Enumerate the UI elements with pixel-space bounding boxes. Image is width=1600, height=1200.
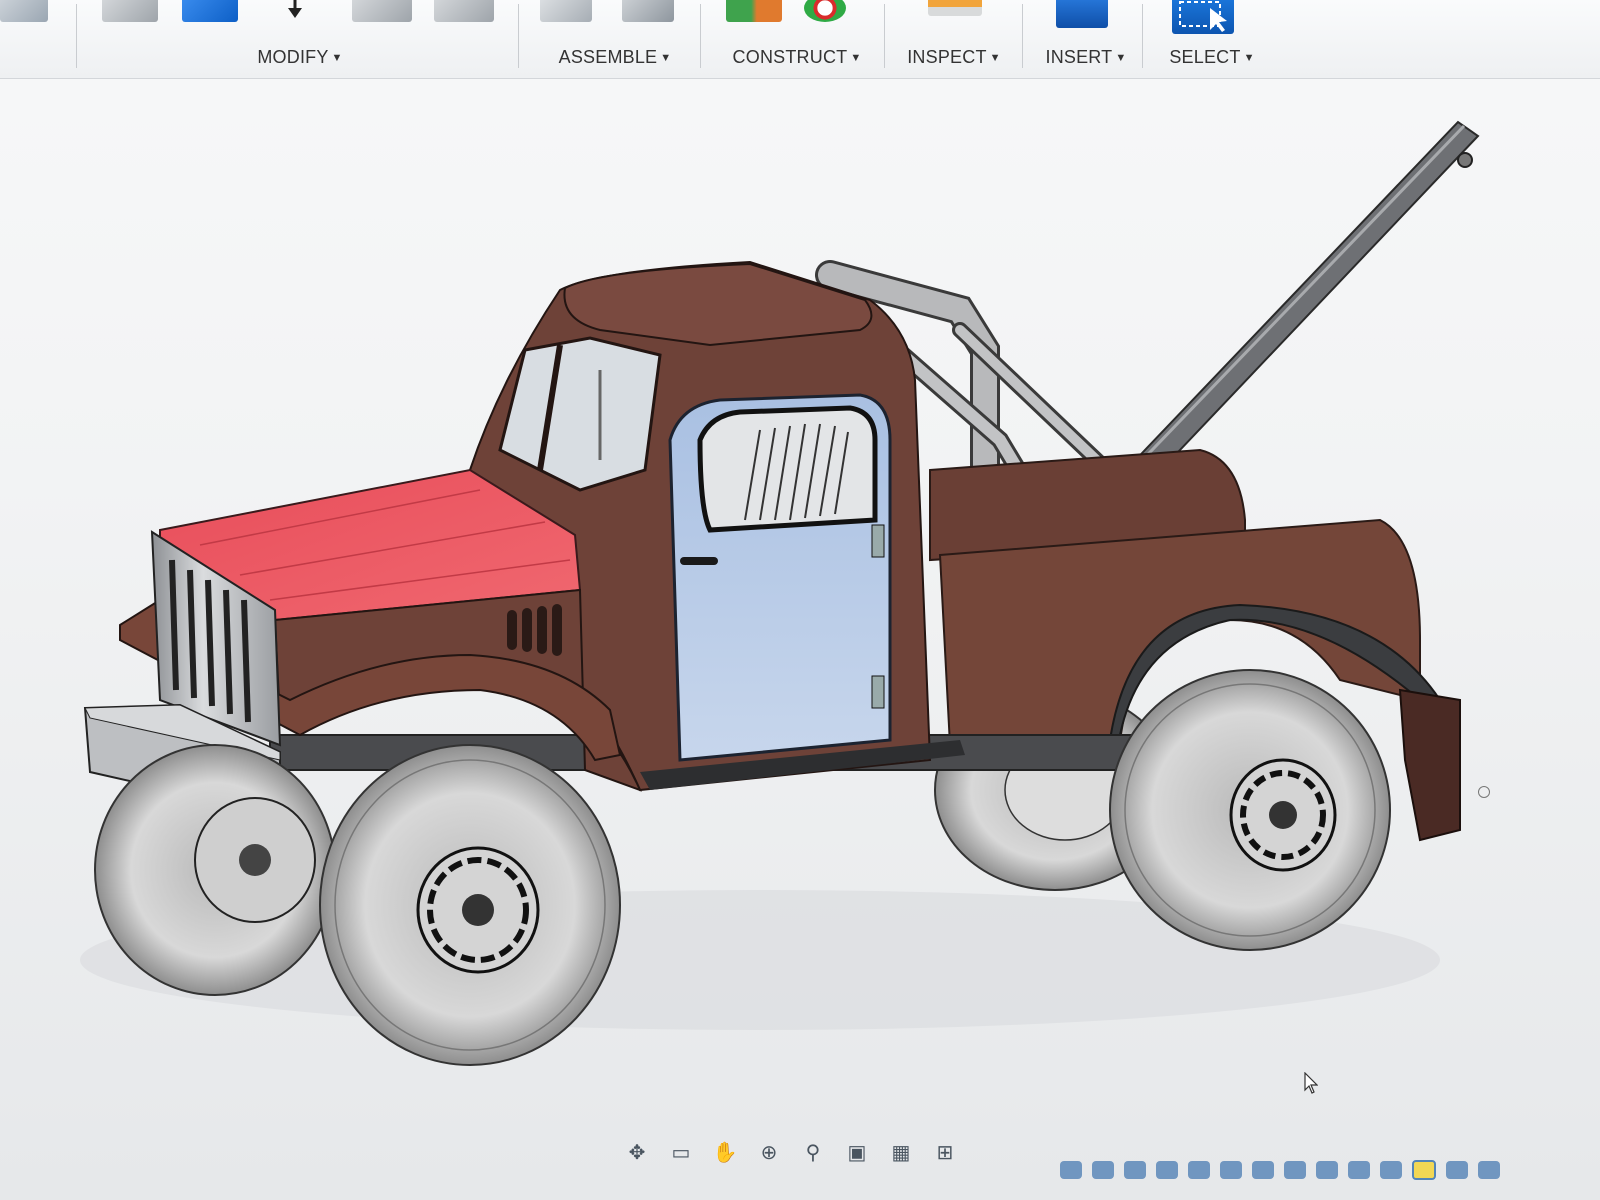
timeline-feature[interactable] xyxy=(1124,1161,1146,1179)
toolbar-group-label[interactable]: ASSEMBLE ▼ xyxy=(530,47,700,68)
navigation-bar: ✥ ▭ ✋ ⊕ ⚲ ▣ ▦ ⊞ xyxy=(620,1132,962,1172)
timeline-feature[interactable] xyxy=(1446,1161,1468,1179)
timeline-feature[interactable] xyxy=(1316,1161,1338,1179)
axis-point-icon[interactable] xyxy=(804,0,846,22)
toolbar-group-assemble[interactable]: ASSEMBLE ▼ xyxy=(530,0,700,78)
grid-icon[interactable]: ▦ xyxy=(884,1137,918,1167)
zoom-icon[interactable]: ⊕ xyxy=(752,1137,786,1167)
viewports-icon[interactable]: ⊞ xyxy=(928,1137,962,1167)
toolbar-group-construct[interactable]: CONSTRUCT ▼ xyxy=(712,0,882,78)
timeline-feature-selected[interactable] xyxy=(1412,1160,1436,1180)
timeline-feature[interactable] xyxy=(1380,1161,1402,1179)
timeline-feature[interactable] xyxy=(1284,1161,1306,1179)
look-at-icon[interactable]: ▭ xyxy=(664,1137,698,1167)
chevron-down-icon: ▼ xyxy=(660,52,672,64)
display-settings-icon[interactable]: ▣ xyxy=(840,1137,874,1167)
viewport-canvas[interactable] xyxy=(0,79,1600,1200)
toolbar-group-label[interactable]: CONSTRUCT ▼ xyxy=(712,47,882,68)
door-handle-icon[interactable] xyxy=(680,557,718,565)
scale-icon[interactable] xyxy=(434,0,494,22)
timeline-feature[interactable] xyxy=(1252,1161,1274,1179)
timeline-feature[interactable] xyxy=(1478,1161,1500,1179)
design-timeline[interactable] xyxy=(1060,1150,1500,1190)
shell-icon[interactable] xyxy=(352,0,412,22)
press-pull-icon[interactable] xyxy=(102,0,158,22)
toolbar-group-inspect[interactable]: INSPECT ▼ xyxy=(894,0,1014,78)
fit-icon[interactable]: ⚲ xyxy=(796,1137,830,1167)
origin-marker-icon xyxy=(1478,786,1490,798)
door-hinge-icon xyxy=(871,675,885,709)
joint-icon[interactable] xyxy=(622,0,674,22)
timeline-feature[interactable] xyxy=(1348,1161,1370,1179)
toolbar: MODIFY ▼ ASSEMBLE ▼ CONSTRUCT ▼ INSPECT ▼ xyxy=(0,0,1600,79)
timeline-feature[interactable] xyxy=(1092,1161,1114,1179)
timeline-feature[interactable] xyxy=(1188,1161,1210,1179)
toolbar-group-label[interactable]: MODIFY ▼ xyxy=(90,47,510,68)
offset-plane-icon[interactable] xyxy=(726,0,782,22)
front-wheel-near[interactable] xyxy=(319,744,621,1066)
pan-icon[interactable]: ✋ xyxy=(708,1137,742,1167)
timeline-feature[interactable] xyxy=(1060,1161,1082,1179)
new-component-icon[interactable] xyxy=(540,0,592,22)
toolbar-group-insert[interactable]: INSERT ▼ xyxy=(1030,0,1142,78)
timeline-feature[interactable] xyxy=(1220,1161,1242,1179)
rear-wheel-near[interactable] xyxy=(1109,669,1391,951)
chevron-down-icon: ▼ xyxy=(1115,52,1127,64)
chevron-down-icon: ▼ xyxy=(850,52,862,64)
insert-canvas-icon[interactable] xyxy=(1056,0,1108,28)
toolbar-separator xyxy=(1142,4,1143,68)
chevron-down-icon: ▼ xyxy=(1243,52,1255,64)
fusion-workspace: MODIFY ▼ ASSEMBLE ▼ CONSTRUCT ▼ INSPECT ▼ xyxy=(0,0,1600,1200)
toolbar-group-label[interactable]: INSPECT ▼ xyxy=(894,47,1014,68)
toolbar-separator xyxy=(700,4,701,68)
front-wheel-far[interactable] xyxy=(94,744,336,996)
toolbar-separator xyxy=(884,4,885,68)
timeline-feature[interactable] xyxy=(1156,1161,1178,1179)
orbit-icon[interactable]: ✥ xyxy=(620,1137,654,1167)
door-hinge-icon xyxy=(871,524,885,558)
toolbar-group-select[interactable]: SELECT ▼ xyxy=(1152,0,1272,78)
move-down-icon[interactable] xyxy=(280,0,310,22)
create-sketch-icon[interactable] xyxy=(0,0,48,22)
chevron-down-icon: ▼ xyxy=(331,52,343,64)
measure-icon[interactable] xyxy=(928,0,982,16)
toolbar-group-label[interactable]: INSERT ▼ xyxy=(1030,47,1142,68)
select-cursor-icon[interactable] xyxy=(1172,0,1234,34)
toolbar-group-modify[interactable]: MODIFY ▼ xyxy=(90,0,510,78)
toolbar-separator xyxy=(1022,4,1023,68)
fillet-icon[interactable] xyxy=(182,0,238,22)
toolbar-separator xyxy=(76,4,77,68)
chevron-down-icon: ▼ xyxy=(989,52,1001,64)
toolbar-separator xyxy=(518,4,519,68)
toolbar-group-label[interactable]: SELECT ▼ xyxy=(1152,47,1272,68)
mouse-cursor-icon xyxy=(1304,1072,1318,1094)
